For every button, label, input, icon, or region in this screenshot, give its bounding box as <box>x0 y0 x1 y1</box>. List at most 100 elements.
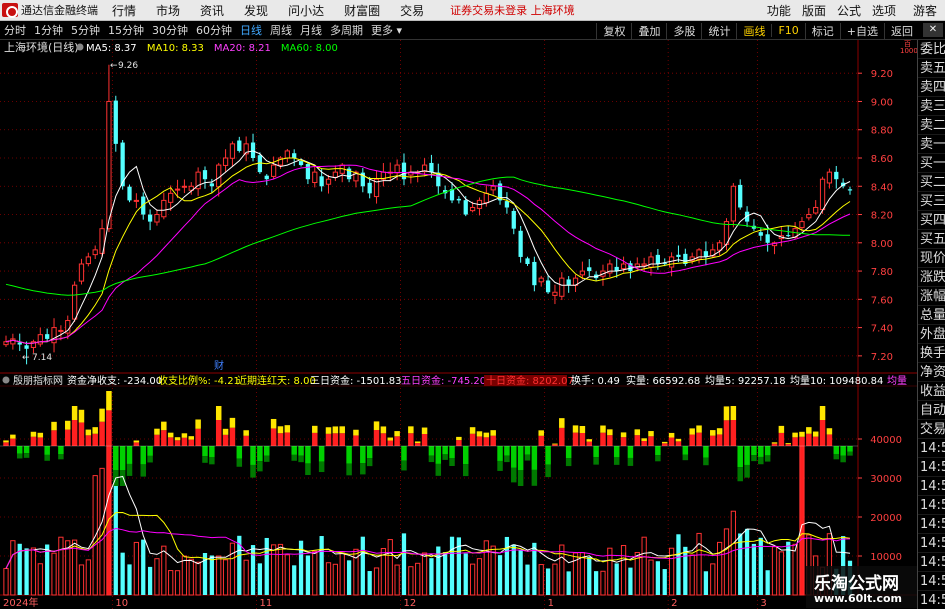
quote-field[interactable]: 买三 <box>918 192 945 211</box>
candle-up <box>806 214 812 219</box>
tool-button[interactable]: 叠加 <box>631 22 666 39</box>
outflow-strong-bar <box>565 458 572 467</box>
volume-bar-down <box>367 571 372 595</box>
quote-field[interactable]: 净资 <box>918 363 945 382</box>
outflow-strong-bar <box>758 456 764 465</box>
quote-field[interactable]: 卖三 <box>918 97 945 116</box>
auto-trade-label[interactable]: 交易 <box>918 420 945 439</box>
inflow-strong-bar <box>277 426 284 434</box>
login-notice[interactable]: 证券交易未登录 上海环境 <box>450 2 575 18</box>
quote-field[interactable]: 现价 <box>918 249 945 268</box>
inflow-bar <box>572 432 579 446</box>
menu-item-layout[interactable]: 版面 <box>802 2 826 19</box>
tool-button[interactable]: 复权 <box>596 22 631 39</box>
period-tab[interactable]: 1分钟 <box>34 22 63 38</box>
tick-time: 14:56 <box>918 515 945 534</box>
inflow-strong-bar <box>641 438 647 441</box>
menu-item[interactable]: 财富圈 <box>344 2 380 19</box>
outflow-strong-bar <box>401 460 407 471</box>
quote-field[interactable]: 外盘 <box>918 325 945 344</box>
candle-down <box>566 279 571 286</box>
tool-button[interactable]: 多股 <box>666 22 701 39</box>
inflow-bar <box>620 437 627 446</box>
outflow-strong-bar <box>840 455 846 463</box>
candle-up <box>648 256 654 268</box>
close-icon[interactable]: ✕ <box>923 23 943 37</box>
menu-item[interactable]: 行情 <box>112 2 136 19</box>
inflow-strong-bar <box>696 425 702 433</box>
period-tab[interactable]: 更多 ▾ <box>371 22 402 38</box>
inflow-bar <box>174 440 181 446</box>
quote-field[interactable]: 涨幅 <box>918 287 945 306</box>
candle-down <box>545 280 551 293</box>
quote-field[interactable]: 委比 <box>918 40 945 59</box>
menu-item-options[interactable]: 选项 <box>872 2 896 19</box>
menu-item[interactable]: 市场 <box>156 2 180 19</box>
quote-field[interactable]: 卖四 <box>918 78 945 97</box>
tool-button[interactable]: 返回 <box>884 22 919 39</box>
quote-field[interactable]: 总量 <box>918 306 945 325</box>
quote-field[interactable]: 卖二 <box>918 116 945 135</box>
indicator-field: 实量: 66592.68 <box>626 374 700 387</box>
menu-item[interactable]: 发现 <box>244 2 268 19</box>
volume-bar-up <box>538 564 544 596</box>
tool-button[interactable]: 标记 <box>804 22 840 39</box>
inflow-bar <box>668 437 675 446</box>
tool-button[interactable]: 画线 <box>736 22 771 39</box>
quote-field[interactable]: 卖五 <box>918 59 945 78</box>
quote-field[interactable]: 买二 <box>918 173 945 192</box>
high-marker-arrow: ← <box>110 61 118 71</box>
ma-label: MA20: 8.21 <box>214 43 271 54</box>
period-tab[interactable]: 60分钟 <box>196 22 232 38</box>
indicator-field: 换手: 0.49 <box>571 374 620 387</box>
volume-bar-up <box>799 438 805 596</box>
menu-item[interactable]: 问小达 <box>288 2 324 19</box>
period-tab[interactable]: 30分钟 <box>152 22 188 38</box>
period-tab[interactable]: 周线 <box>270 22 292 38</box>
quote-field[interactable]: 收益 <box>918 382 945 401</box>
quote-field[interactable]: 换手 <box>918 344 945 363</box>
inflow-strong-bar <box>394 431 400 437</box>
quote-field[interactable]: 涨跌 <box>918 268 945 287</box>
period-tab[interactable]: 15分钟 <box>108 22 144 38</box>
outflow-bar <box>346 446 352 464</box>
volume-tick-label: 10000 <box>870 552 902 563</box>
x-axis-label: 1 <box>548 598 554 609</box>
period-tab[interactable]: 5分钟 <box>71 22 100 38</box>
quote-field[interactable]: 卖一 <box>918 135 945 154</box>
menu-item[interactable]: 交易 <box>400 2 424 19</box>
period-tab[interactable]: 月线 <box>300 22 322 38</box>
inflow-strong-bar <box>332 426 339 434</box>
volume-bar-down <box>360 536 365 595</box>
outflow-strong-bar <box>250 464 256 478</box>
quote-field[interactable]: 买一 <box>918 154 945 173</box>
period-tab[interactable]: 分时 <box>4 22 26 38</box>
volume-bar-up <box>373 567 380 596</box>
inflow-bar <box>284 432 291 446</box>
inflow-bar <box>277 433 284 446</box>
tool-button[interactable]: 统计 <box>701 22 736 39</box>
kline-chart[interactable]: 9.20 9.00 8.80 8.60 8.40 8.20 8.00 7.80 7.60 7.40… <box>0 40 917 609</box>
volume-bar-up <box>771 546 778 596</box>
volume-bar-up <box>3 568 9 596</box>
period-tab[interactable]: 日线 <box>240 22 262 38</box>
inflow-bar <box>167 437 174 446</box>
x-axis-label: 12 <box>404 598 417 609</box>
menu-item[interactable]: 资讯 <box>200 2 224 19</box>
outflow-bar <box>291 446 297 455</box>
menu-item-function[interactable]: 功能 <box>767 2 791 19</box>
outflow-bar <box>744 446 750 465</box>
outflow-bar <box>366 446 373 459</box>
period-tab[interactable]: 多周期 <box>330 22 363 38</box>
quote-field[interactable]: 买五 <box>918 230 945 249</box>
quote-field[interactable]: 买四 <box>918 211 945 230</box>
menu-item-formula[interactable]: 公式 <box>837 2 861 19</box>
tool-button[interactable]: +自选 <box>839 22 884 39</box>
outflow-strong-bar <box>236 458 243 467</box>
volume-tick-label: 40000 <box>870 435 902 446</box>
auto-trade-label[interactable]: 自动 <box>918 401 945 420</box>
guest-account[interactable]: 游客 <box>913 2 937 19</box>
outflow-strong-bar <box>627 457 634 466</box>
inflow-strong-bar <box>469 427 476 434</box>
tool-button[interactable]: F10 <box>771 24 804 37</box>
